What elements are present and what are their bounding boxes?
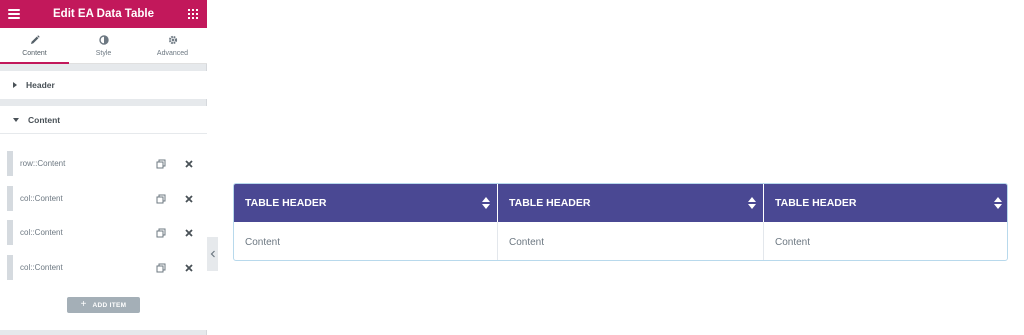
- section-content-toggle[interactable]: Content: [0, 106, 207, 134]
- table-header-cell[interactable]: TABLE HEADER: [234, 184, 498, 222]
- table-cell-text: Content: [509, 236, 545, 248]
- drag-handle[interactable]: [7, 255, 13, 280]
- table-cell-text: Content: [775, 236, 811, 248]
- panel-header: Edit EA Data Table: [0, 0, 207, 28]
- add-item-button[interactable]: + ADD ITEM: [67, 297, 140, 313]
- repeater-item-label: col::Content: [20, 228, 63, 237]
- table-header-row: TABLE HEADER TABLE HEADER TABLE HEADER: [234, 184, 1007, 222]
- remove-icon[interactable]: [178, 154, 200, 174]
- tab-advanced[interactable]: Advanced: [138, 28, 207, 64]
- table-header-label: TABLE HEADER: [245, 197, 327, 209]
- data-table: TABLE HEADER TABLE HEADER TABLE HEADER C…: [233, 183, 1008, 261]
- panel-title: Edit EA Data Table: [53, 8, 154, 20]
- sort-icon: [748, 197, 756, 209]
- editor-app: Edit EA Data Table Content Style Advance…: [0, 0, 1024, 335]
- duplicate-icon[interactable]: [150, 189, 172, 209]
- chevron-left-icon: [210, 250, 215, 258]
- add-item-label: ADD ITEM: [92, 301, 127, 309]
- table-header-cell[interactable]: TABLE HEADER: [764, 184, 1007, 222]
- tab-content[interactable]: Content: [0, 28, 69, 64]
- gear-icon: [167, 34, 179, 46]
- repeater-item[interactable]: col::Content: [7, 186, 200, 211]
- repeater-item[interactable]: row::Content: [7, 151, 200, 176]
- hamburger-menu-icon[interactable]: [8, 9, 20, 19]
- table-header-label: TABLE HEADER: [775, 197, 857, 209]
- drag-handle[interactable]: [7, 151, 13, 176]
- tab-content-label: Content: [22, 49, 47, 57]
- table-cell-text: Content: [245, 236, 281, 248]
- tab-style[interactable]: Style: [69, 28, 138, 64]
- repeater-item-label: col::Content: [20, 263, 63, 272]
- duplicate-icon[interactable]: [150, 154, 172, 174]
- caret-down-icon: [13, 117, 19, 122]
- repeater-item-label: row::Content: [20, 159, 66, 168]
- panel-collapse-toggle[interactable]: [207, 237, 218, 271]
- section-header-label: Header: [26, 80, 55, 90]
- section-content-label: Content: [28, 114, 61, 125]
- repeater-item[interactable]: col::Content: [7, 220, 200, 245]
- editor-panel: Edit EA Data Table Content Style Advance…: [0, 0, 207, 335]
- sort-icon: [482, 197, 490, 209]
- repeater-item[interactable]: col::Content: [7, 255, 200, 280]
- table-cell: Content: [764, 222, 1007, 260]
- table-cell: Content: [234, 222, 498, 260]
- table-cell: Content: [498, 222, 764, 260]
- drag-handle[interactable]: [7, 220, 13, 245]
- table-header-label: TABLE HEADER: [509, 197, 591, 209]
- tab-style-label: Style: [95, 50, 112, 57]
- remove-icon[interactable]: [178, 258, 200, 278]
- repeater-item-label: col::Content: [20, 194, 63, 203]
- table-header-cell[interactable]: TABLE HEADER: [498, 184, 764, 222]
- remove-icon[interactable]: [178, 223, 200, 243]
- remove-icon[interactable]: [178, 189, 200, 209]
- caret-right-icon: [13, 82, 17, 88]
- duplicate-icon[interactable]: [150, 223, 172, 243]
- table-row: Content Content Content: [234, 222, 1007, 260]
- widgets-grid-icon[interactable]: [188, 9, 198, 19]
- panel-tabs: Content Style Advanced: [0, 28, 207, 64]
- half-circle-icon: [98, 34, 110, 46]
- duplicate-icon[interactable]: [150, 258, 172, 278]
- plus-icon: +: [80, 299, 87, 310]
- section-header-toggle[interactable]: Header: [0, 71, 207, 99]
- pencil-icon: [29, 34, 41, 46]
- tab-advanced-label: Advanced: [156, 50, 189, 57]
- drag-handle[interactable]: [7, 186, 13, 211]
- sort-icon: [994, 197, 1002, 209]
